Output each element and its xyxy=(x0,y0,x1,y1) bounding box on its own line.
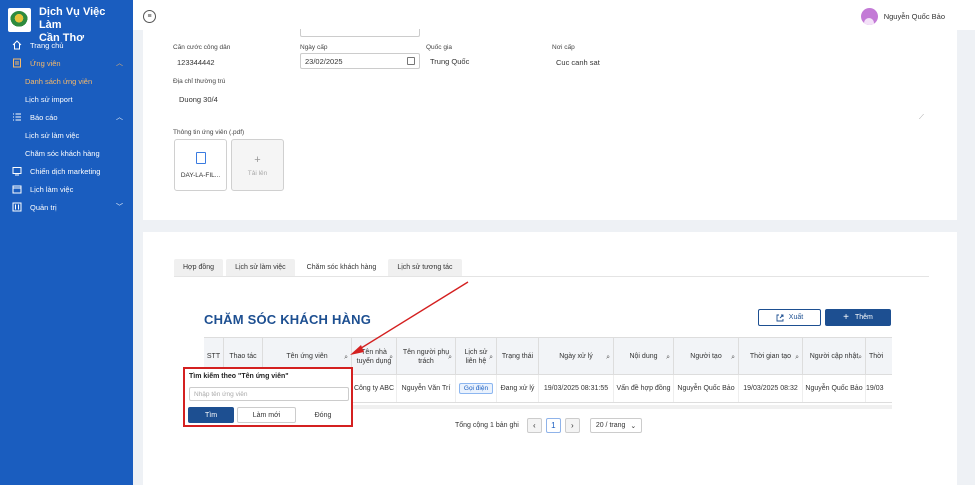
customer-care-card: Hợp đồng Lịch sử làm việc Chăm sóc khách… xyxy=(143,232,957,485)
contact-badge: Gọi điện xyxy=(458,383,494,394)
plus-icon: + xyxy=(254,153,261,166)
search-icon[interactable]: ⌕ xyxy=(489,353,493,362)
plus-icon: + xyxy=(843,312,849,323)
sidebar-item-work-history[interactable]: Lịch sử làm việc xyxy=(0,126,133,144)
next-page-button[interactable]: › xyxy=(564,418,580,433)
col-created-time[interactable]: Thời gian tạo ⌕ xyxy=(739,338,803,375)
col-updater[interactable]: Người cập nhật ⌕ xyxy=(803,338,866,375)
search-icon[interactable]: ⌕ xyxy=(389,353,393,362)
list-icon xyxy=(12,112,22,122)
avatar xyxy=(860,8,878,25)
tab-bar: Hợp đồng Lịch sử làm việc Chăm sóc khách… xyxy=(174,259,462,276)
search-icon[interactable]: ⌕ xyxy=(795,353,799,362)
close-button[interactable]: Đóng xyxy=(297,407,349,423)
tab-contract[interactable]: Hợp đồng xyxy=(174,259,224,276)
topbar: ≡ Nguyễn Quốc Bảo xyxy=(133,0,975,30)
file-icon xyxy=(195,151,206,164)
reset-button[interactable]: Làm mới xyxy=(237,407,296,423)
sidebar-item-candidate-list[interactable]: Danh sách ứng viên xyxy=(0,72,133,90)
section-title: CHĂM SÓC KHÁCH HÀNG xyxy=(204,312,372,327)
sidebar-item-import-history[interactable]: Lịch sử import xyxy=(0,90,133,108)
search-icon[interactable]: ⌕ xyxy=(344,353,348,362)
search-icon[interactable]: ⌕ xyxy=(448,353,452,362)
upload-button[interactable]: + Tải lên xyxy=(231,139,284,191)
calendar-icon xyxy=(12,184,22,194)
menu-toggle-icon[interactable]: ≡ xyxy=(143,10,156,23)
col-contact-history[interactable]: Lịch sử liên hệ ⌕ xyxy=(456,338,497,375)
sidebar: Dịch Vụ Việc Làm Cần Thơ Trang chủ Ứng v… xyxy=(0,0,133,485)
filter-title: Tìm kiếm theo "Tên ứng viên" xyxy=(189,373,289,380)
col-employer[interactable]: Tên nhà tuyển dụng ⌕ xyxy=(352,338,397,375)
id-value[interactable]: 123344442 xyxy=(177,58,215,67)
chevron-down-icon: ⌄ xyxy=(630,422,637,430)
admin-icon xyxy=(12,202,22,212)
search-icon[interactable]: ⌕ xyxy=(606,353,610,362)
search-button[interactable]: Tìm xyxy=(188,407,234,423)
page-size-select[interactable]: 20 / trang ⌄ xyxy=(589,418,643,433)
home-icon xyxy=(12,40,22,50)
chevron-down-icon: ﹀ xyxy=(116,204,123,211)
filter-popup: Tìm kiếm theo "Tên ứng viên" Tìm Làm mới… xyxy=(183,367,353,427)
col-person-in-charge[interactable]: Tên người phụ trách ⌕ xyxy=(397,338,456,375)
pagination: Tổng cộng 1 bản ghi ‹ 1 › 20 / trang ⌄ xyxy=(455,418,643,433)
logo xyxy=(8,8,31,32)
tab-customer-care[interactable]: Chăm sóc khách hàng xyxy=(297,259,386,276)
col-processing-date[interactable]: Ngày xử lý ⌕ xyxy=(539,338,614,375)
candidate-name-search-input[interactable] xyxy=(189,387,349,401)
prev-page-button[interactable]: ‹ xyxy=(526,418,542,433)
chevron-up-icon: ︿ xyxy=(116,60,123,67)
tab-work-history[interactable]: Lịch sử làm việc xyxy=(226,259,295,276)
attachment-label: Thông tin ứng viên (.pdf) xyxy=(173,129,245,136)
issue-place-value[interactable]: Cuc canh sat xyxy=(556,58,600,67)
calendar-icon xyxy=(407,57,415,65)
attached-file[interactable]: DAY-LA-FIL... xyxy=(174,139,227,191)
country-value[interactable]: Trung Quốc xyxy=(430,57,469,66)
sidebar-item-customer-care[interactable]: Chăm sóc khách hàng xyxy=(0,144,133,162)
tab-interaction-history[interactable]: Lịch sử tương tác xyxy=(388,259,462,276)
col-content[interactable]: Nội dung ⌕ xyxy=(614,338,674,375)
campaign-icon xyxy=(12,166,22,176)
field-edge xyxy=(300,29,420,37)
resize-handle[interactable]: ⟋ xyxy=(919,114,924,122)
sidebar-item-schedule[interactable]: Lịch làm việc xyxy=(0,180,133,198)
col-creator[interactable]: Người tạo ⌕ xyxy=(674,338,739,375)
user-menu[interactable]: Nguyễn Quốc Bảo xyxy=(860,8,945,25)
export-icon xyxy=(776,314,784,321)
address-value[interactable]: Duong 30/4 xyxy=(179,95,218,104)
col-update-time[interactable]: Thời xyxy=(866,338,892,375)
address-label: Địa chỉ thường trú xyxy=(173,78,226,85)
tab-divider xyxy=(174,276,929,277)
col-status[interactable]: Trạng thái xyxy=(497,338,539,375)
page-number[interactable]: 1 xyxy=(545,418,561,433)
add-button[interactable]: + Thêm xyxy=(825,309,891,326)
sidebar-item-admin[interactable]: Quản trị ﹀ xyxy=(0,198,133,216)
candidate-icon xyxy=(12,58,22,68)
issue-date-field[interactable]: 23/02/2025 xyxy=(300,53,420,69)
sidebar-item-home[interactable]: Trang chủ xyxy=(0,36,133,54)
candidate-info-card: Căn cước công dân 123344442 Ngày cấp 23/… xyxy=(143,29,957,220)
sidebar-item-marketing[interactable]: Chiến dịch marketing xyxy=(0,162,133,180)
sidebar-item-reports[interactable]: Báo cáo ︿ xyxy=(0,108,133,126)
search-icon[interactable]: ⌕ xyxy=(731,353,735,362)
total-records: Tổng cộng 1 bản ghi xyxy=(455,422,519,429)
sidebar-menu: Trang chủ Ứng viên ︿ Danh sách ứng viên … xyxy=(0,36,133,216)
id-label: Căn cước công dân xyxy=(173,44,231,51)
chevron-up-icon: ︿ xyxy=(116,114,123,121)
sidebar-item-candidates[interactable]: Ứng viên ︿ xyxy=(0,54,133,72)
search-icon[interactable]: ⌕ xyxy=(666,353,670,362)
issue-place-label: Nơi cấp xyxy=(552,44,575,51)
country-label: Quốc gia xyxy=(426,44,453,51)
user-name: Nguyễn Quốc Bảo xyxy=(883,12,945,21)
export-button[interactable]: Xuất xyxy=(758,309,821,326)
brand: Dịch Vụ Việc Làm Cần Thơ xyxy=(0,0,133,44)
issue-date-label: Ngày cấp xyxy=(300,44,328,51)
search-icon[interactable]: ⌕ xyxy=(858,353,862,362)
